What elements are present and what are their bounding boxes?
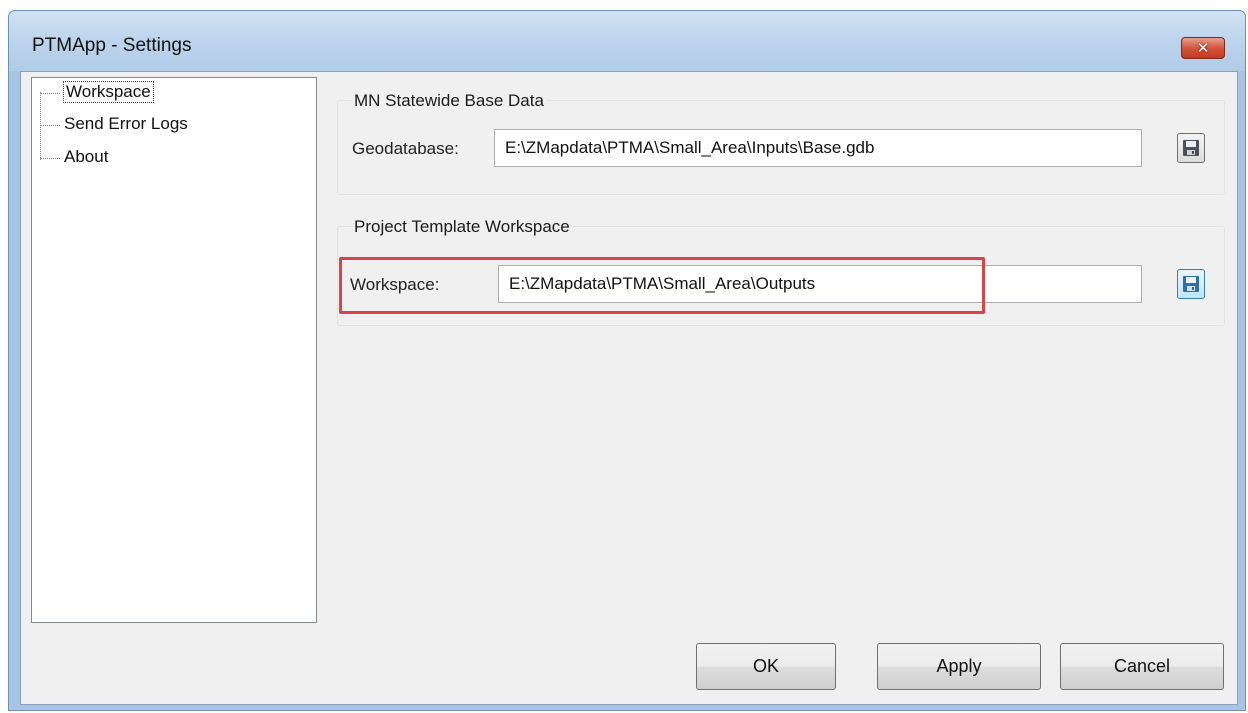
tree-item-workspace[interactable]: Workspace [40,81,154,103]
settings-window: PTMApp - Settings ✕ Workspace Send Error… [8,10,1246,711]
dialog-client-area: Workspace Send Error Logs About MN State… [20,71,1238,705]
cancel-button[interactable]: Cancel [1060,643,1224,690]
workspace-highlight-annotation [339,257,985,314]
title-bar[interactable]: PTMApp - Settings ✕ [9,11,1245,71]
tree-item-about[interactable]: About [40,147,108,167]
window-title: PTMApp - Settings [32,35,192,56]
base-data-group-title: MN Statewide Base Data [352,91,546,111]
floppy-disk-icon [1183,140,1199,156]
settings-tree: Workspace Send Error Logs About [31,77,317,623]
workspace-save-button[interactable] [1177,269,1205,299]
tree-item-send-error-logs[interactable]: Send Error Logs [40,114,188,134]
geodatabase-save-button[interactable] [1177,133,1205,163]
tree-item-label: Workspace [63,81,154,103]
geodatabase-input[interactable] [494,129,1142,167]
base-data-group: MN Statewide Base Data Geodatabase: [337,91,1225,195]
ok-button[interactable]: OK [696,643,836,690]
template-workspace-group-title: Project Template Workspace [352,217,572,237]
tree-item-label: About [64,147,109,166]
tree-item-label: Send Error Logs [64,114,188,133]
apply-button[interactable]: Apply [877,643,1041,690]
close-button[interactable]: ✕ [1181,37,1225,59]
close-icon: ✕ [1196,40,1210,57]
floppy-disk-icon [1183,276,1199,292]
geodatabase-label: Geodatabase: [352,139,459,158]
